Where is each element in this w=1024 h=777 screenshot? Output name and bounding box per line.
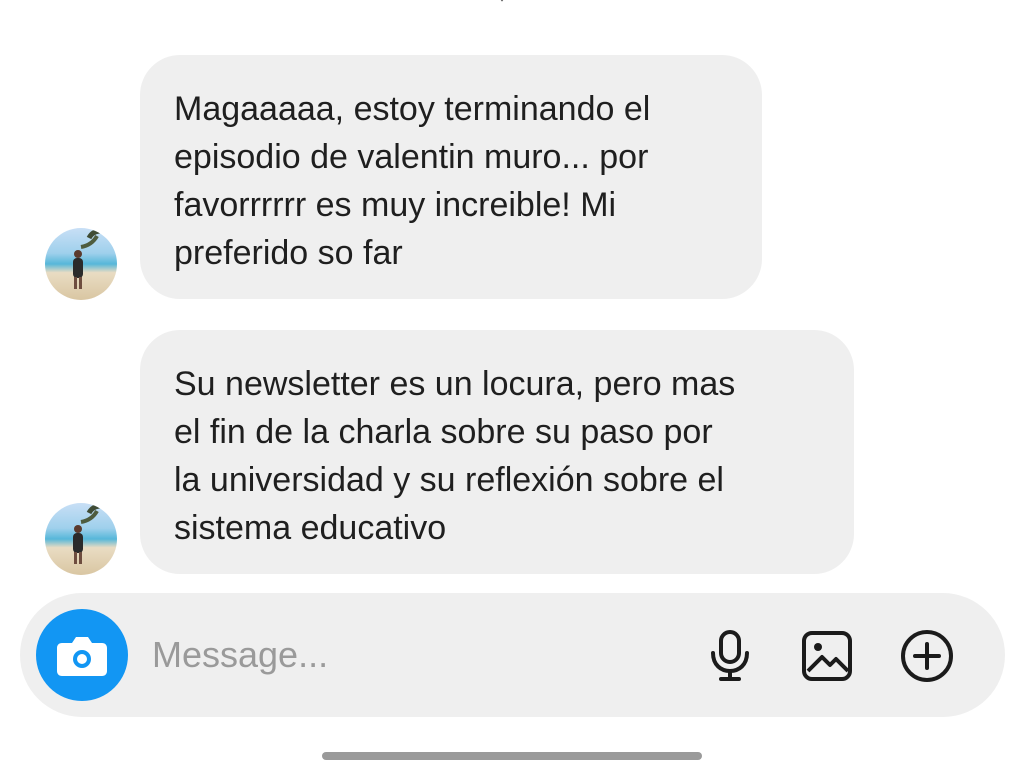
avatar-image [73, 503, 113, 564]
message-bubble[interactable]: Magaaaaa, estoy terminando el episodio d… [140, 55, 762, 299]
microphone-icon[interactable] [701, 627, 759, 685]
message-composer [20, 593, 1005, 717]
camera-icon [57, 637, 107, 676]
message-row: Magaaaaa, estoy terminando el episodio d… [0, 55, 1024, 300]
home-indicator[interactable] [322, 752, 702, 760]
top-scroll-fragment [490, 0, 514, 6]
avatar-image [73, 228, 113, 289]
avatar[interactable] [45, 503, 117, 575]
avatar[interactable] [45, 228, 117, 300]
gallery-icon[interactable] [798, 627, 856, 685]
message-row: Su newsletter es un locura, pero mas el … [0, 330, 1024, 575]
message-input[interactable] [150, 623, 674, 687]
camera-button[interactable] [36, 609, 128, 701]
message-bubble[interactable]: Su newsletter es un locura, pero mas el … [140, 330, 854, 574]
add-icon[interactable] [898, 627, 956, 685]
